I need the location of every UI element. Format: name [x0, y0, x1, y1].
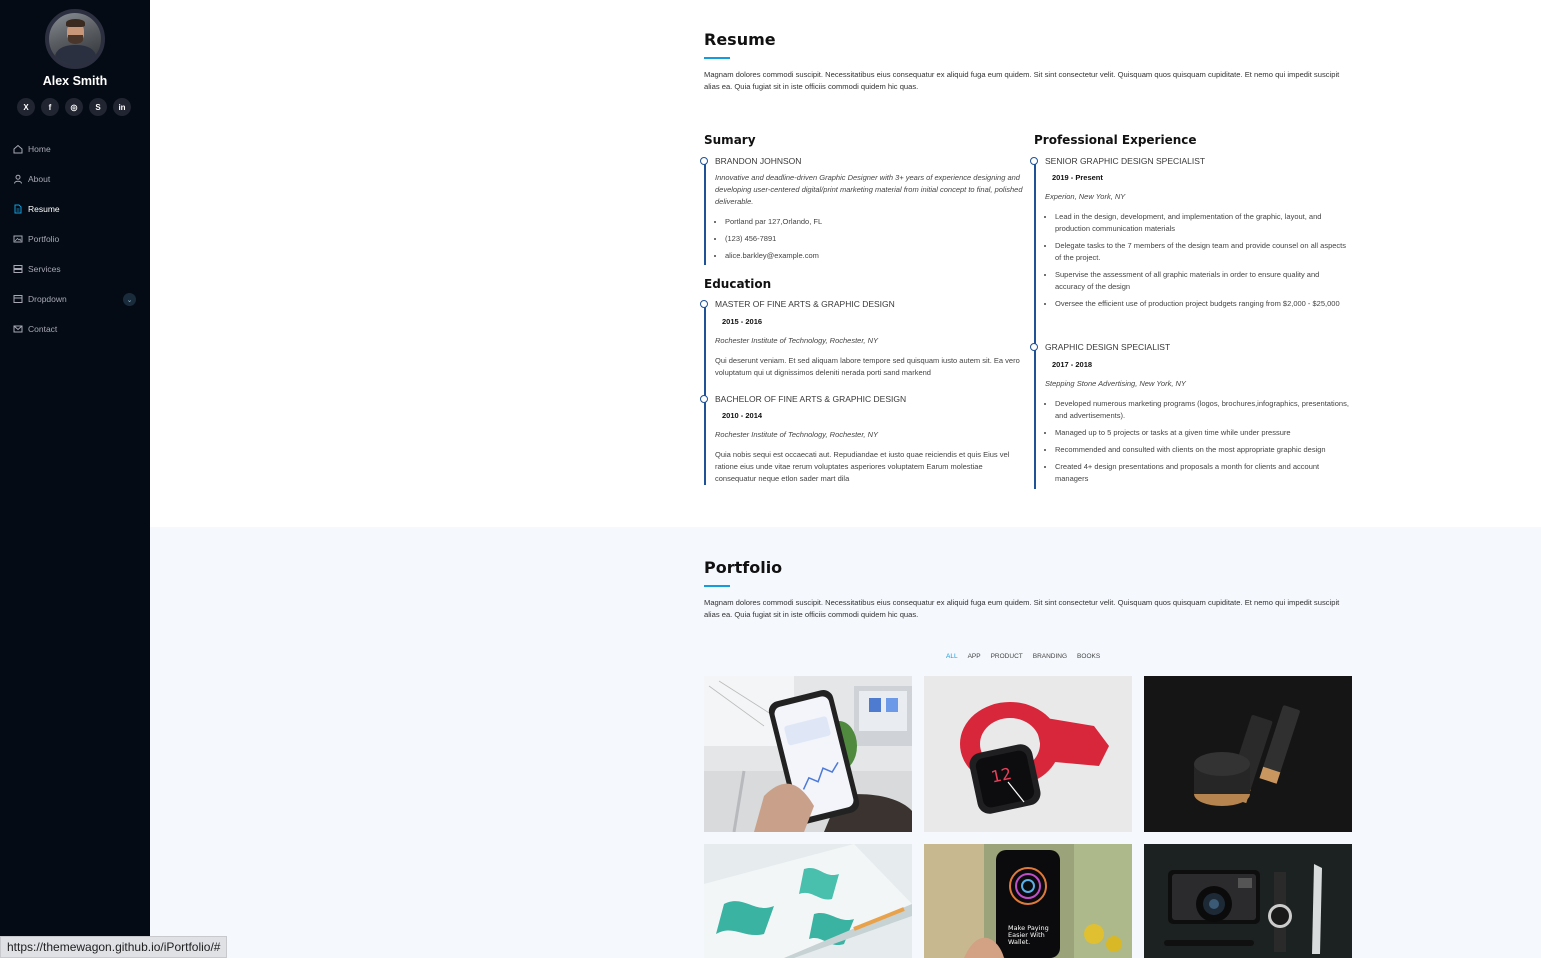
facebook-icon[interactable]: f	[41, 98, 59, 116]
nav-label: Resume	[28, 204, 60, 214]
phone-in-hand-image	[704, 676, 912, 832]
experience-place: Experion, New York, NY	[1045, 192, 1126, 201]
nav-item-about[interactable]: About	[12, 164, 138, 194]
education-place: Rochester Institute of Technology, Roche…	[715, 336, 879, 345]
title-underline	[704, 57, 730, 59]
experience-bullet: Managed up to 5 projects or tasks at a g…	[1055, 427, 1351, 439]
summary-heading: Sumary	[704, 133, 756, 147]
experience-bullet: Lead in the design, development, and imp…	[1055, 211, 1351, 235]
file-icon	[12, 204, 23, 215]
linkedin-icon[interactable]: in	[113, 98, 131, 116]
browser-status-url: https://themewagon.github.io/iPortfolio/…	[0, 936, 228, 958]
nav-label: Contact	[28, 324, 58, 334]
chevron-down-icon[interactable]: ⌄	[123, 293, 136, 306]
timeline-dot	[1030, 343, 1038, 351]
portfolio-item-app-1[interactable]	[704, 676, 912, 832]
images-icon	[12, 234, 23, 245]
skype-icon[interactable]: S	[89, 98, 107, 116]
experience-date: 2019 - Present	[1044, 173, 1111, 182]
education-date: 2010 - 2014	[714, 411, 771, 420]
portfolio-intro: Magnam dolores commodi suscipit. Necessi…	[704, 598, 1340, 619]
experience-heading: Professional Experience	[1034, 133, 1197, 147]
filter-app[interactable]: APP	[968, 653, 981, 660]
nav-label: Dropdown	[28, 294, 67, 304]
contact-email: alice.barkley@example.com	[725, 250, 1015, 262]
portfolio-item-app-2[interactable]: Make Paying Easier With Wallet.	[924, 844, 1132, 958]
portfolio-item-product-1[interactable]: 12	[924, 676, 1132, 832]
experience-bullet: Developed numerous marketing programs (l…	[1055, 398, 1351, 422]
avatar[interactable]	[45, 9, 105, 69]
portfolio-item-books-1[interactable]	[704, 844, 912, 958]
education-title: MASTER OF FINE ARTS & GRAPHIC DESIGN	[715, 299, 895, 309]
sidebar: Alex Smith X f ◎ S in Home About Resume …	[0, 0, 150, 958]
title-underline	[704, 585, 730, 587]
education-date: 2015 - 2016	[714, 317, 771, 326]
instagram-icon[interactable]: ◎	[65, 98, 83, 116]
smartwatch-image: 12	[924, 676, 1132, 832]
nav-label: Services	[28, 264, 61, 274]
timeline-line	[704, 162, 706, 265]
nav-menu: Home About Resume Portfolio Services Dro…	[12, 134, 138, 344]
portfolio-item-product-2[interactable]	[1144, 844, 1352, 958]
x-icon[interactable]: X	[17, 98, 35, 116]
portfolio-filters: ALL APP PRODUCT BRANDING BOOKS	[946, 653, 1100, 660]
nav-item-services[interactable]: Services	[12, 254, 138, 284]
timeline-line	[1034, 162, 1036, 489]
experience-bullet: Delegate tasks to the 7 members of the d…	[1055, 240, 1351, 264]
nav-item-home[interactable]: Home	[12, 134, 138, 164]
experience-bullet: Created 4+ design presentations and prop…	[1055, 461, 1351, 485]
experience-bullets: Developed numerous marketing programs (l…	[1045, 398, 1351, 490]
menu-icon	[12, 294, 23, 305]
social-links: X f ◎ S in	[17, 98, 131, 116]
timeline-dot	[700, 395, 708, 403]
experience-title: SENIOR GRAPHIC DESIGN SPECIALIST	[1045, 156, 1206, 166]
main-content: Resume Magnam dolores commodi suscipit. …	[150, 0, 1541, 958]
person-icon	[12, 174, 23, 185]
section-title-resume: Resume	[704, 30, 776, 49]
contact-address: Portland par 127,Orlando, FL	[725, 216, 1015, 228]
experience-bullets: Lead in the design, development, and imp…	[1045, 211, 1351, 315]
nav-label: Home	[28, 144, 51, 154]
nav-item-resume[interactable]: Resume	[12, 194, 138, 224]
experience-bullet: Supervise the assessment of all graphic …	[1055, 269, 1351, 293]
timeline-dot	[1030, 157, 1038, 165]
summary-contacts: Portland par 127,Orlando, FL (123) 456-7…	[715, 216, 1015, 267]
education-text: Quia nobis sequi est occaecati aut. Repu…	[715, 450, 1010, 483]
cosmetic-jars-image	[1144, 676, 1352, 832]
education-title: BACHELOR OF FINE ARTS & GRAPHIC DESIGN	[715, 394, 907, 404]
hdd-stack-icon	[12, 264, 23, 275]
resume-intro: Magnam dolores commodi suscipit. Necessi…	[704, 70, 1340, 91]
summary-name: BRANDON JOHNSON	[715, 156, 802, 166]
timeline-dot	[700, 300, 708, 308]
filter-all[interactable]: ALL	[946, 653, 958, 660]
filter-books[interactable]: BOOKS	[1077, 653, 1100, 660]
nav-label: Portfolio	[28, 234, 60, 244]
education-heading: Education	[704, 277, 772, 291]
book-cover-image	[704, 844, 912, 958]
phone-screen-image: Make Paying Easier With Wallet.	[924, 844, 1132, 958]
nav-item-portfolio[interactable]: Portfolio	[12, 224, 138, 254]
envelope-icon	[12, 324, 23, 335]
nav-item-contact[interactable]: Contact	[12, 314, 138, 344]
experience-date: 2017 - 2018	[1044, 360, 1101, 369]
nav-item-dropdown[interactable]: Dropdown ⌄	[12, 284, 138, 314]
experience-bullet: Oversee the efficient use of production …	[1055, 298, 1351, 310]
camera-watch-image	[1144, 844, 1352, 958]
education-text: Qui deserunt veniam. Et sed aliquam labo…	[715, 356, 1020, 377]
portfolio-item-branding-1[interactable]	[1144, 676, 1352, 832]
filter-branding[interactable]: BRANDING	[1033, 653, 1067, 660]
experience-place: Stepping Stone Advertising, New York, NY	[1045, 379, 1186, 388]
contact-phone: (123) 456-7891	[725, 233, 1015, 245]
timeline-dot	[700, 157, 708, 165]
summary-text: Innovative and deadline-driven Graphic D…	[715, 173, 1023, 206]
filter-product[interactable]: PRODUCT	[991, 653, 1023, 660]
home-icon	[12, 144, 23, 155]
profile-name[interactable]: Alex Smith	[0, 74, 150, 88]
nav-label: About	[28, 174, 51, 184]
education-place: Rochester Institute of Technology, Roche…	[715, 430, 879, 439]
experience-title: GRAPHIC DESIGN SPECIALIST	[1045, 342, 1171, 352]
section-title-portfolio: Portfolio	[704, 558, 783, 577]
experience-bullet: Recommended and consulted with clients o…	[1055, 444, 1351, 456]
